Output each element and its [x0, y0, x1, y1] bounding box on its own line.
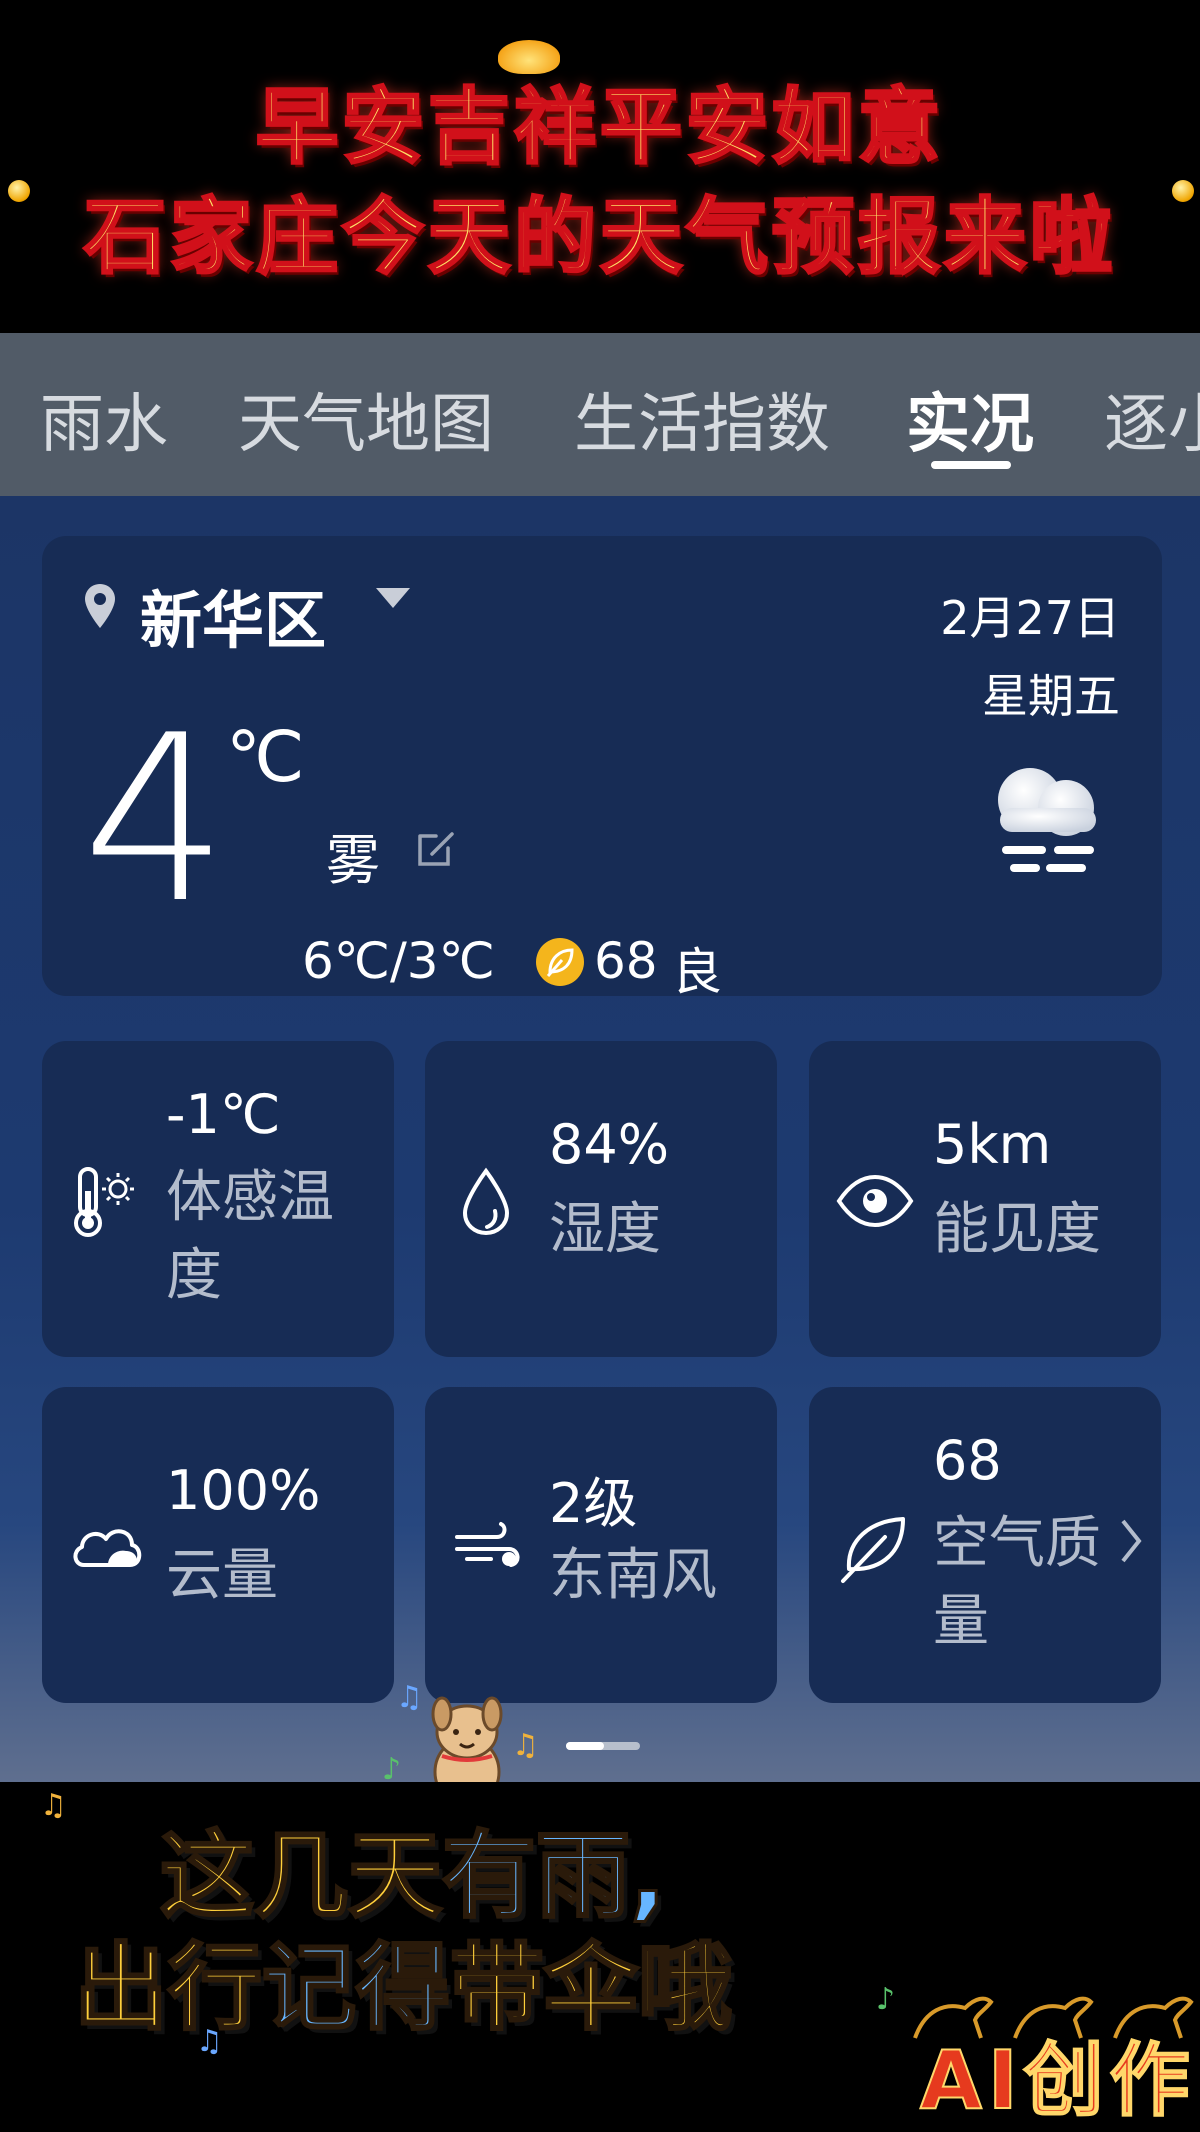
banner-subtitle: 石家庄今天的天气预报来啦	[82, 189, 1116, 287]
current-temperature: 4	[82, 687, 229, 954]
cloud-cover-value: 100%	[166, 1459, 321, 1522]
tile-visibility[interactable]: 5km 能见度	[809, 1041, 1161, 1357]
feels-like-label: 体感温度	[166, 1165, 334, 1308]
ai-watermark: AI创作	[919, 2033, 1196, 2128]
music-note-icon: ♫	[512, 1728, 539, 1763]
tab-rain[interactable]: 雨水	[40, 373, 168, 465]
aqi-value: 68	[594, 932, 658, 990]
tab-bar: 雨水 天气地图 生活指数 实况 逐小	[0, 333, 1200, 496]
humidity-label: 湿度	[549, 1197, 661, 1262]
location-name[interactable]: 新华区	[140, 570, 326, 660]
chevron-down-icon[interactable]	[376, 588, 410, 608]
caption-text: 出行	[72, 1933, 263, 2045]
tab-live[interactable]: 实况	[906, 373, 1034, 465]
tile-cloud-cover[interactable]: 100% 云量	[42, 1387, 394, 1703]
edit-icon[interactable]	[414, 826, 458, 870]
air-quality-value: 68	[933, 1429, 1002, 1492]
leaf-icon	[536, 938, 584, 986]
air-quality-label: 空气质量	[933, 1511, 1101, 1654]
date-label: 2月27日	[940, 591, 1120, 645]
tab-weather-map[interactable]: 天气地图	[238, 373, 494, 465]
active-tab-indicator	[931, 461, 1011, 469]
wind-level-value: 2级	[549, 1472, 638, 1535]
caption-highlight: 记得	[261, 1933, 452, 2045]
eye-icon	[836, 1174, 914, 1228]
visibility-label: 能见度	[933, 1197, 1101, 1262]
fog-cloud-icon	[998, 768, 1096, 872]
chevron-right-icon	[1121, 1519, 1142, 1563]
wind-direction-label: 东南风	[549, 1543, 717, 1608]
music-note-icon: ♫	[40, 1788, 67, 1823]
aqi-level: 良	[672, 943, 722, 1001]
water-drop-icon	[462, 1167, 510, 1236]
tile-feels-like[interactable]: -1℃ 体感温度	[42, 1041, 394, 1357]
location-pin-icon	[85, 584, 115, 628]
weather-panel: 新华区 2月27日 星期五 4 ℃ 雾 6℃/3℃ 68 良 -1℃ 体感温度 …	[0, 496, 1200, 1782]
banner-greeting: 早安吉祥平安如意	[254, 79, 944, 177]
tab-hourly[interactable]: 逐小	[1104, 373, 1200, 465]
weekday-label: 星期五	[982, 669, 1120, 723]
tile-air-quality[interactable]: 68 空气质量	[809, 1387, 1161, 1703]
wind-icon	[455, 1522, 520, 1567]
leaf-icon	[841, 1517, 905, 1583]
temperature-unit: ℃	[226, 716, 305, 798]
caption-text: 带伞哦	[449, 1933, 734, 2045]
page-indicator	[566, 1742, 640, 1750]
feels-like-value: -1℃	[166, 1083, 281, 1146]
thermometer-sun-icon	[74, 1167, 134, 1237]
page-indicator-active	[566, 1742, 604, 1750]
cloud-icon	[73, 1529, 142, 1567]
current-weather-card[interactable]: 新华区 2月27日 星期五 4 ℃ 雾 6℃/3℃ 68 良	[42, 536, 1162, 1001]
humidity-value: 84%	[549, 1113, 670, 1176]
tile-humidity[interactable]: 84% 湿度	[425, 1041, 777, 1357]
tile-wind[interactable]: 2级 东南风	[425, 1387, 777, 1703]
temperature-range: 6℃/3℃	[302, 932, 495, 990]
caption-line-2: 出行记得带伞哦	[72, 1912, 734, 2048]
top-banner: 早安吉祥平安如意 石家庄今天的天气预报来啦	[0, 0, 1200, 333]
music-note-icon: ♪	[876, 1982, 896, 2017]
cloud-cover-label: 云量	[166, 1543, 278, 1608]
visibility-value: 5km	[933, 1113, 1052, 1176]
weather-condition: 雾	[326, 829, 380, 892]
tab-life-index[interactable]: 生活指数	[574, 373, 830, 465]
music-note-icon: ♫	[396, 1680, 423, 1715]
